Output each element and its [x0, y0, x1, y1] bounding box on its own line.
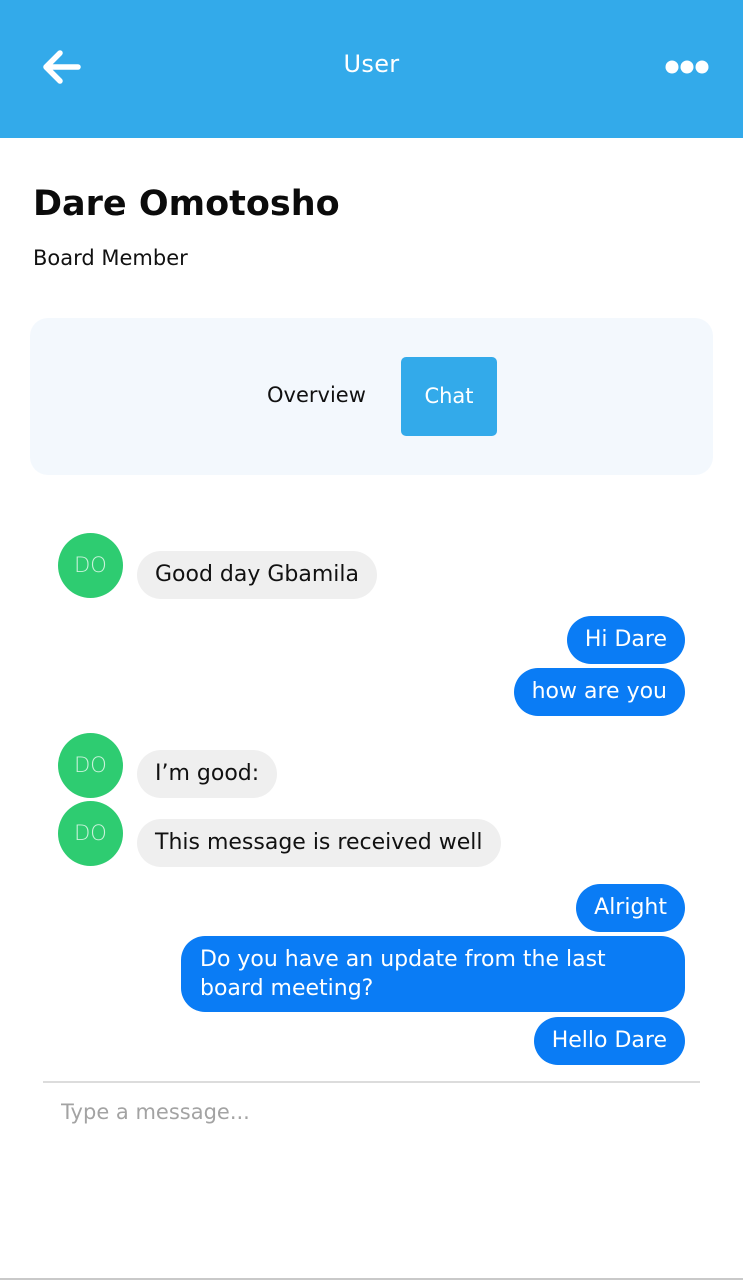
app-header: User [0, 0, 743, 138]
incoming-message: This message is received well [137, 819, 501, 867]
more-options-button[interactable] [664, 56, 710, 78]
tab-switcher: Overview Chat [30, 318, 713, 475]
outgoing-message: Hello Dare [533, 1017, 685, 1065]
incoming-message: Good day Gbamila [137, 551, 378, 599]
outgoing-message: how are you [513, 668, 685, 716]
incoming-message: I’m good: [137, 750, 278, 798]
avatar: DO [58, 801, 123, 866]
profile-name: Dare Omotosho [33, 184, 340, 224]
outgoing-message: Hi Dare [566, 616, 685, 664]
composer-divider [43, 1081, 700, 1083]
message-input[interactable] [45, 1090, 717, 1134]
tab-overview[interactable]: Overview [267, 383, 366, 407]
chat-screen: User Dare Omotosho Board Member Overview… [0, 0, 743, 1280]
tab-chat[interactable]: Chat [401, 357, 497, 436]
outgoing-message: Alright [576, 884, 685, 932]
more-horizontal-icon [665, 60, 709, 74]
header-title: User [343, 50, 400, 78]
avatar: DO [58, 733, 123, 798]
avatar: DO [58, 533, 123, 598]
profile-role: Board Member [33, 246, 188, 270]
outgoing-message: Do you have an update from the last boar… [181, 936, 685, 1012]
